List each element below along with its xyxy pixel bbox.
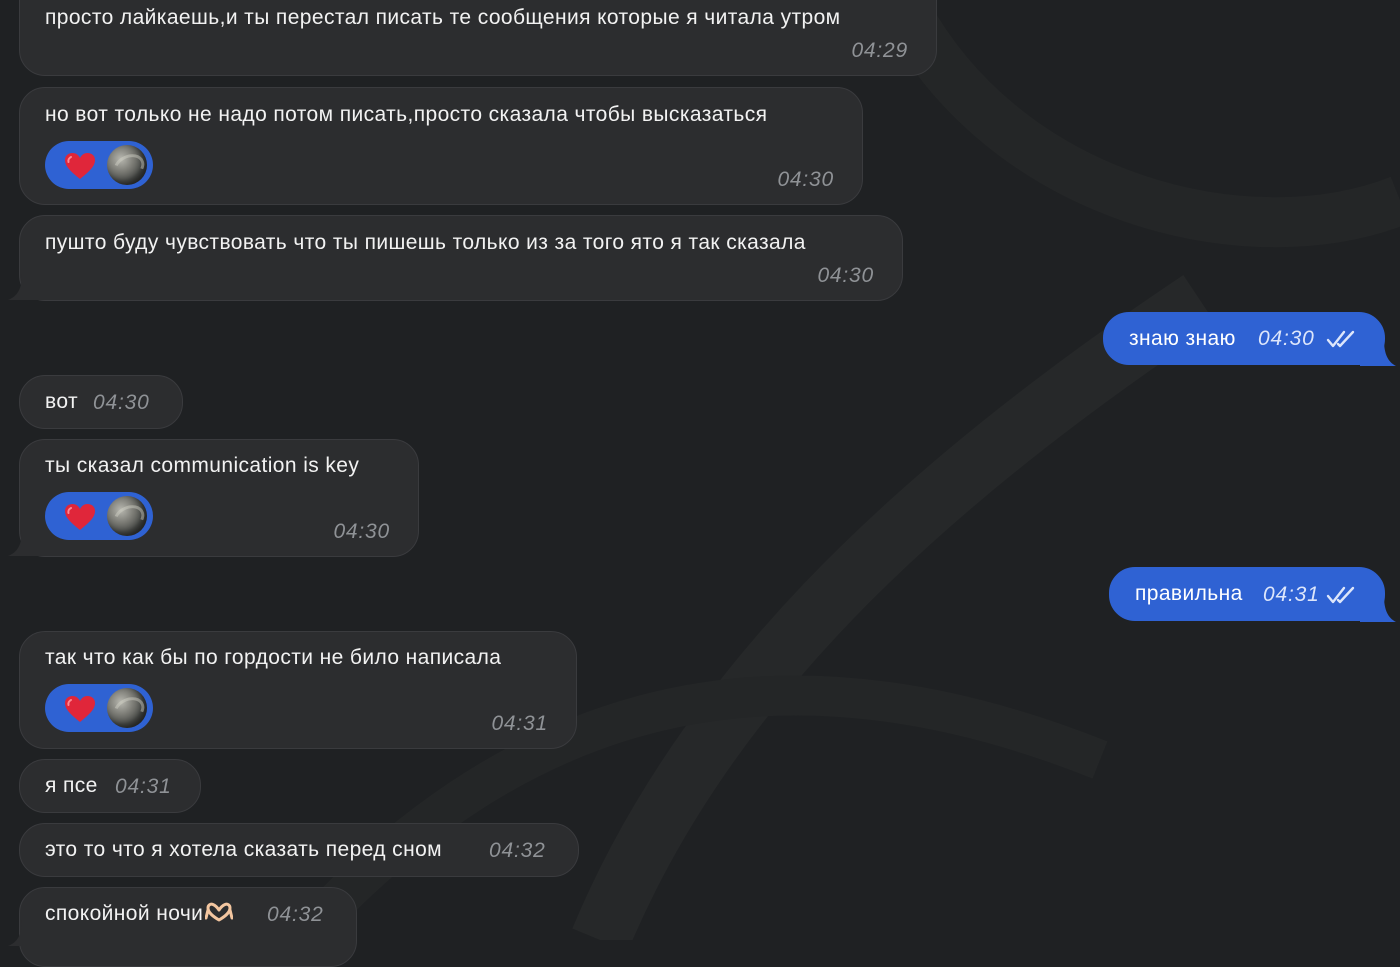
message-bubble-incoming[interactable]: ты сказал communication is key 04:30 [19, 439, 419, 557]
message-text: просто лайкаешь,и ты перестал писать те … [45, 6, 841, 29]
message-bubble-incoming[interactable]: просто лайкаешь,и ты перестал писать те … [19, 0, 937, 76]
bubble-tail [1360, 340, 1396, 366]
reaction-pill[interactable] [45, 492, 153, 540]
message-bubble-incoming[interactable]: спокойной ночи 04:32 [19, 887, 357, 967]
reaction-pill[interactable] [45, 684, 153, 732]
message-time: 04:30 [777, 168, 834, 191]
message-bubble-incoming[interactable]: я псе 04:31 [19, 759, 201, 813]
reactor-avatar[interactable] [107, 688, 147, 728]
message-text: это то что я хотела сказать перед сном [45, 838, 442, 861]
message-text: спокойной ночи [45, 902, 234, 926]
bubble-tail [8, 274, 46, 300]
message-bubble-incoming[interactable]: вот 04:30 [19, 375, 183, 429]
message-text: вот [45, 390, 78, 413]
message-time: 04:32 [489, 839, 546, 862]
message-text: так что как бы по гордости не било напис… [45, 646, 502, 669]
bubble-tail [1360, 596, 1396, 622]
message-bubble-incoming[interactable]: но вот только не надо потом писать,прост… [19, 87, 863, 205]
heart-icon [65, 696, 95, 722]
message-bubble-outgoing[interactable]: знаю знаю 04:30 [1103, 312, 1385, 365]
bubble-tail [8, 920, 46, 946]
reaction-pill[interactable] [45, 141, 153, 189]
message-time: 04:31 [115, 775, 172, 798]
reactor-avatar[interactable] [107, 496, 147, 536]
message-time: 04:31 [1263, 583, 1320, 606]
message-text-content: спокойной ночи [45, 902, 204, 925]
message-text: знаю знаю [1129, 327, 1236, 350]
message-text: ты сказал communication is key [45, 454, 360, 477]
message-time: 04:30 [93, 391, 150, 414]
message-bubble-incoming[interactable]: это то что я хотела сказать перед сном 0… [19, 823, 579, 877]
heart-icon [65, 504, 95, 530]
message-text: я псе [45, 774, 98, 797]
heart-hands-icon [205, 902, 234, 922]
bubble-tail [8, 530, 46, 556]
message-time: 04:29 [851, 39, 908, 62]
double-check-icon [1326, 330, 1355, 348]
message-time: 04:30 [817, 264, 874, 287]
message-bubble-outgoing[interactable]: правильна 04:31 [1109, 567, 1385, 621]
message-text: но вот только не надо потом писать,прост… [45, 103, 768, 126]
reactor-avatar[interactable] [107, 145, 147, 185]
heart-icon [65, 153, 95, 179]
message-text: правильна [1135, 582, 1243, 605]
double-check-icon [1326, 586, 1355, 604]
message-bubble-incoming[interactable]: пушто буду чувствовать что ты пишешь тол… [19, 215, 903, 301]
message-time: 04:32 [267, 903, 324, 926]
message-bubble-incoming[interactable]: так что как бы по гордости не било напис… [19, 631, 577, 749]
message-text: пушто буду чувствовать что ты пишешь тол… [45, 231, 806, 254]
message-time: 04:30 [333, 520, 390, 543]
message-time: 04:31 [491, 712, 548, 735]
message-time: 04:30 [1258, 327, 1315, 350]
